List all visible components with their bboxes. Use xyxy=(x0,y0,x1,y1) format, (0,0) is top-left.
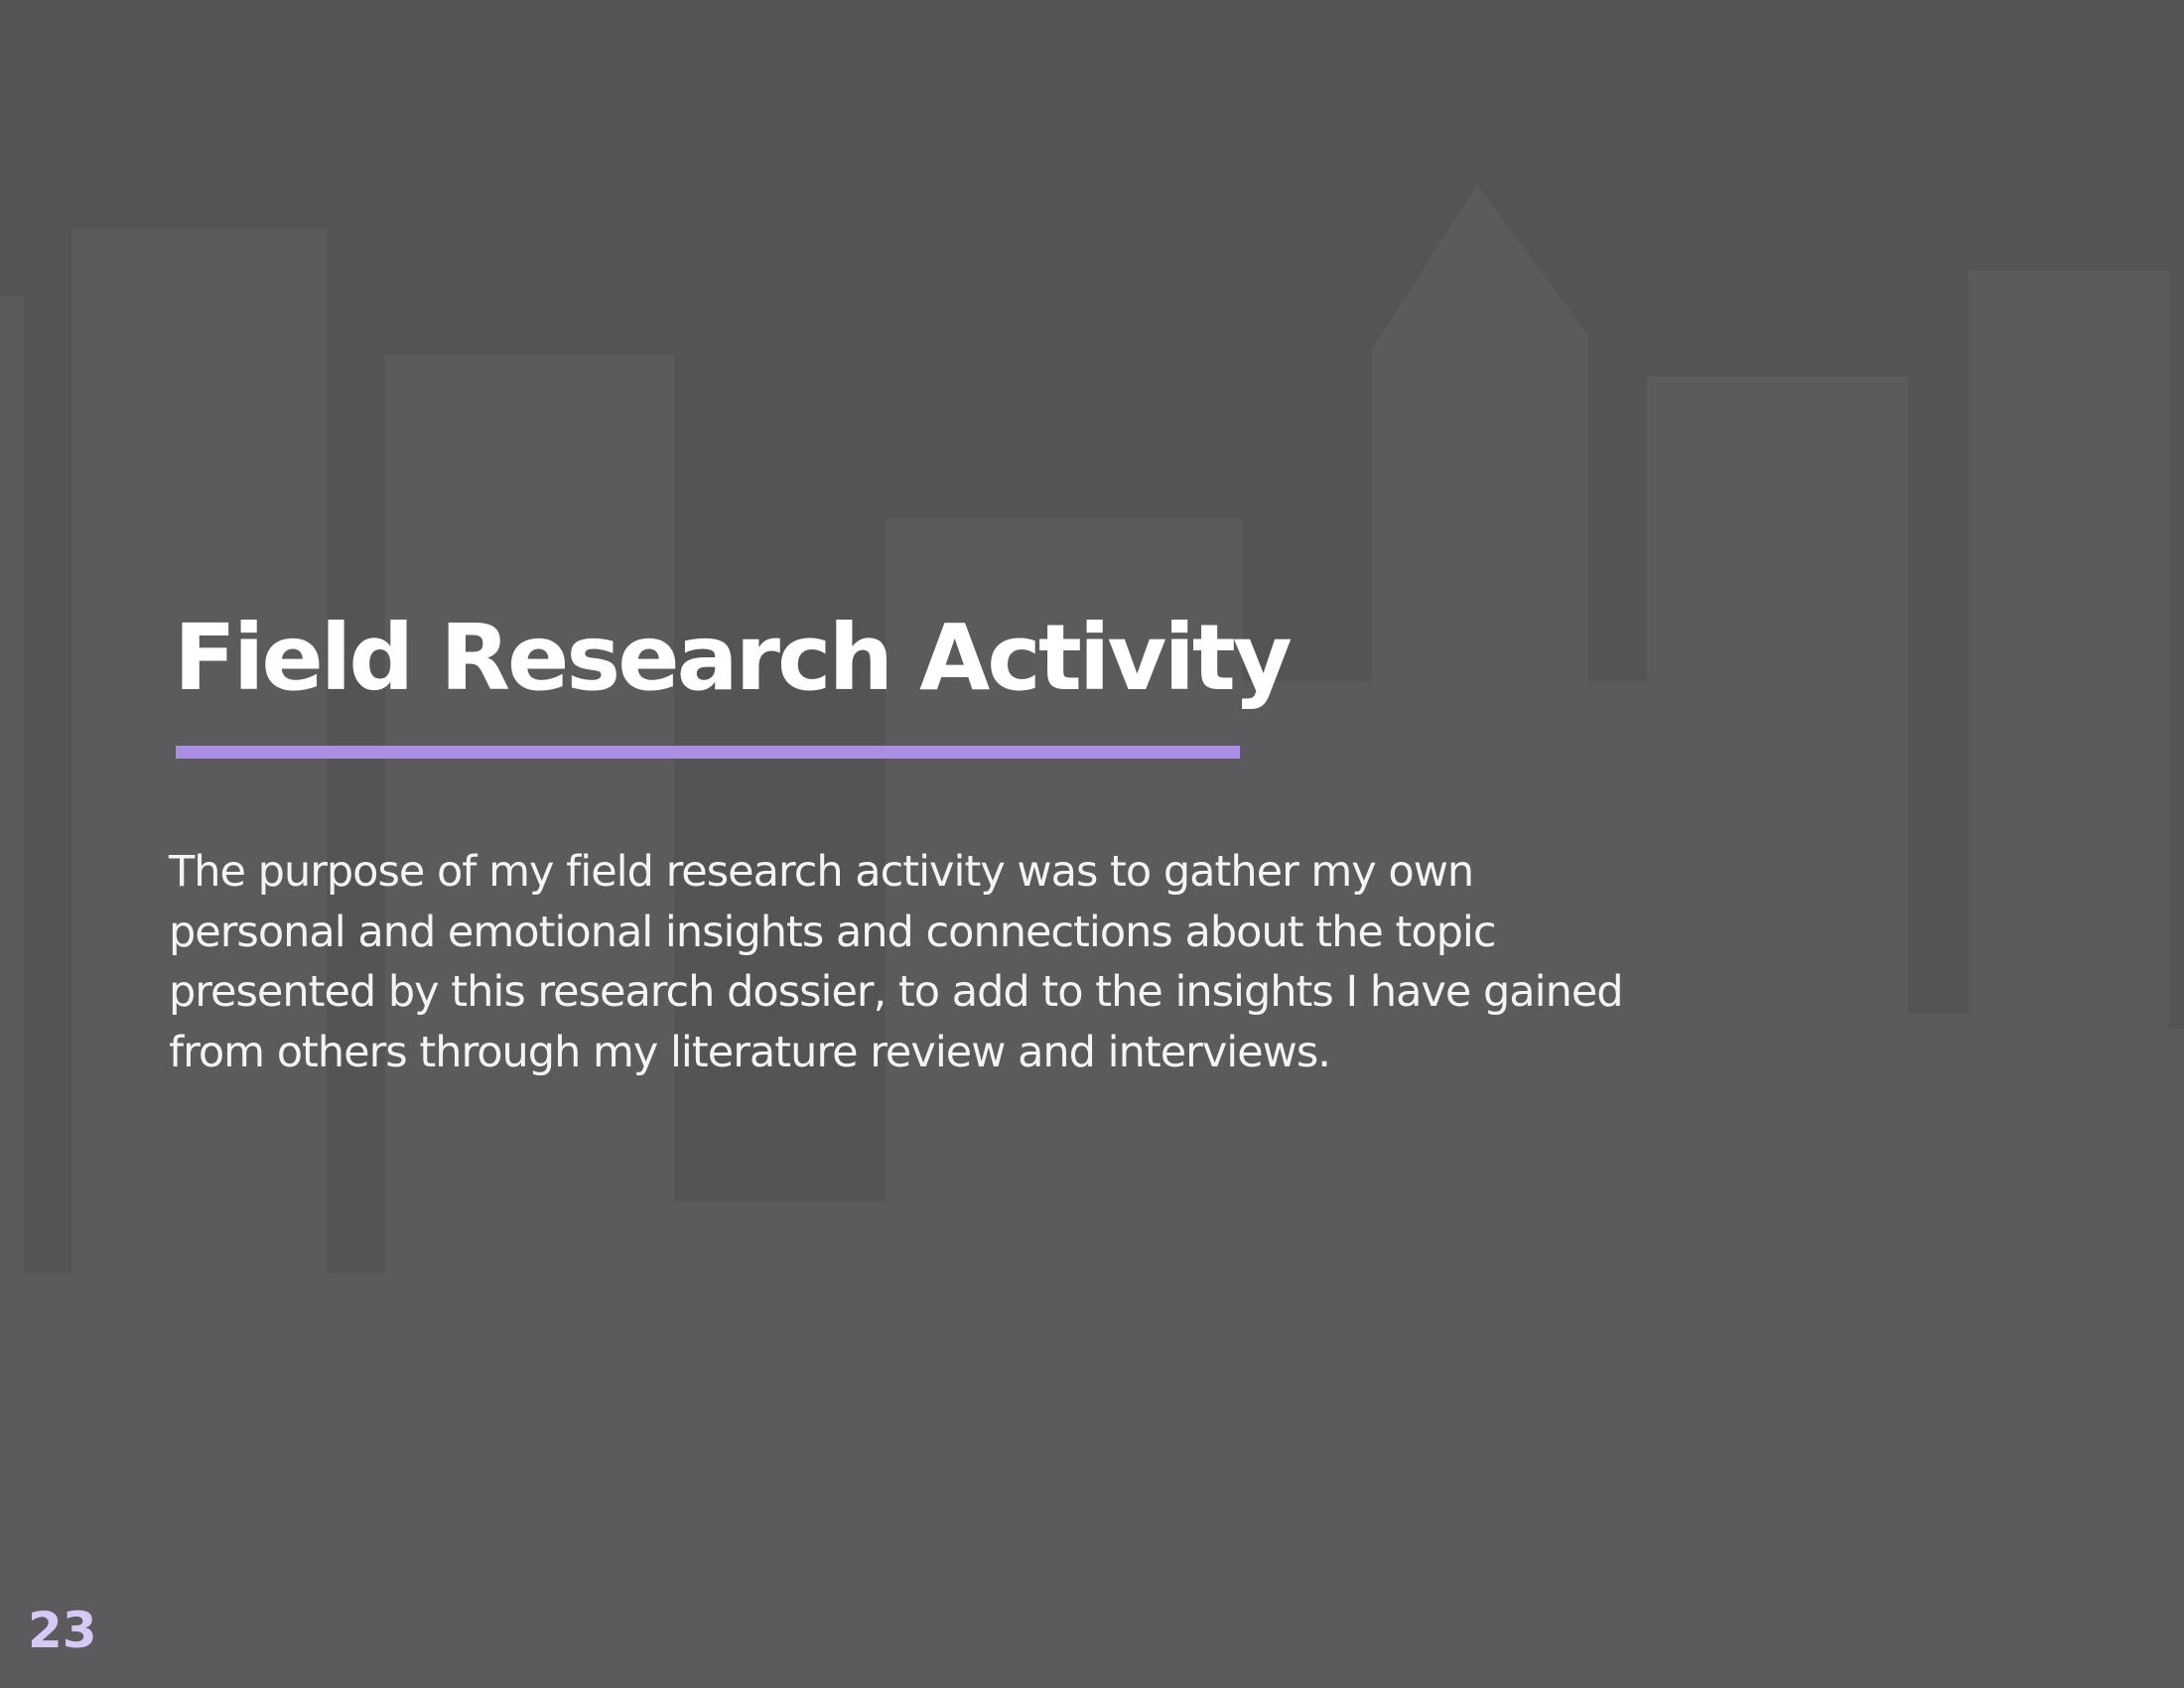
page-title: Field Research Activity xyxy=(174,605,1293,711)
body-paragraph: The purpose of my field research activit… xyxy=(169,847,1624,1077)
tower-1 xyxy=(0,296,24,1273)
gap-2 xyxy=(327,354,385,1273)
title-underline xyxy=(176,746,1240,759)
gap-5 xyxy=(1588,336,1647,681)
tower-8 xyxy=(1969,271,2169,1273)
page-number: 23 xyxy=(28,1602,97,1659)
tower-6-spire xyxy=(1372,185,1588,1273)
gap-1 xyxy=(24,296,71,1273)
document-page: Field Research Activity The purpose of m… xyxy=(0,0,2184,1688)
gap-6 xyxy=(1908,271,1969,1014)
tower-7 xyxy=(1647,376,1908,1273)
gap-7 xyxy=(2169,271,2184,1029)
ground-band xyxy=(0,1273,2184,1688)
ground-left xyxy=(0,1201,893,1291)
tower-3 xyxy=(385,354,674,1273)
